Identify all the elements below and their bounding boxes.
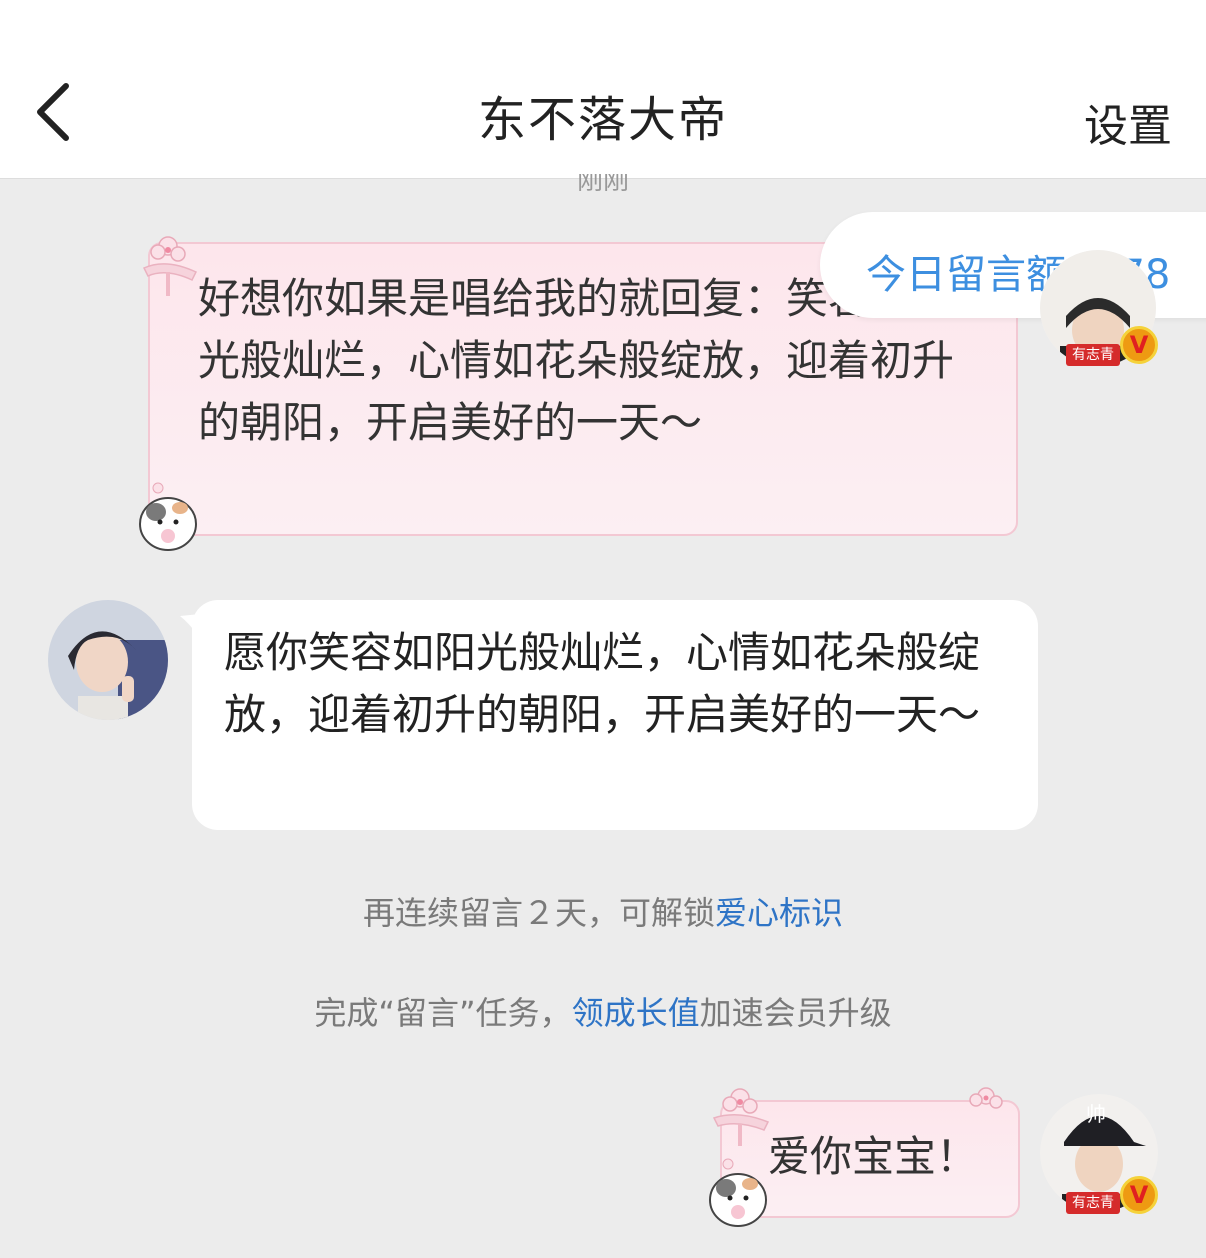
message-text: 愿你笑容如阳光般灿烂，心情如花朵般绽放，迎着初升的朝阳，开启美好的一天～ [224, 628, 981, 739]
streak-hint: 再连续留言２天，可解锁爱心标识 [0, 888, 1206, 934]
streak-hint-text: 再连续留言２天，可解锁 [362, 894, 715, 932]
avatar-image [48, 600, 168, 720]
cap-text: 帅 [1086, 1102, 1106, 1126]
page-title: 东不落大帝 [477, 92, 728, 148]
task-hint: 完成“留言”任务，领成长值加速会员升级 [0, 988, 1206, 1034]
verified-v-icon: V [1120, 326, 1158, 364]
task-hint-text: 完成“留言”任务， [314, 994, 572, 1032]
settings-button[interactable]: 设置 [1084, 90, 1172, 154]
sakura-icon [969, 1087, 1003, 1109]
task-hint-suffix: 加速会员升级 [699, 994, 892, 1032]
claim-growth-link[interactable]: 领成长值 [572, 994, 700, 1032]
message-timestamp: 刚刚 [576, 174, 629, 196]
sakura-icon [142, 236, 198, 296]
avatar-label: 有志青 [1066, 1192, 1120, 1214]
avatar[interactable] [48, 600, 168, 720]
top-navbar: 东不落大帝 设置 [0, 0, 1206, 179]
message-text: 爱你宝宝！ [768, 1132, 979, 1181]
unlock-heart-link[interactable]: 爱心标识 [715, 894, 843, 932]
hamster-sticker-icon [709, 1158, 767, 1227]
sakura-icon [712, 1088, 770, 1146]
hamster-sticker-icon [139, 482, 197, 551]
avatar-label: 有志青 [1066, 344, 1120, 366]
verified-v-icon: V [1120, 1176, 1158, 1214]
